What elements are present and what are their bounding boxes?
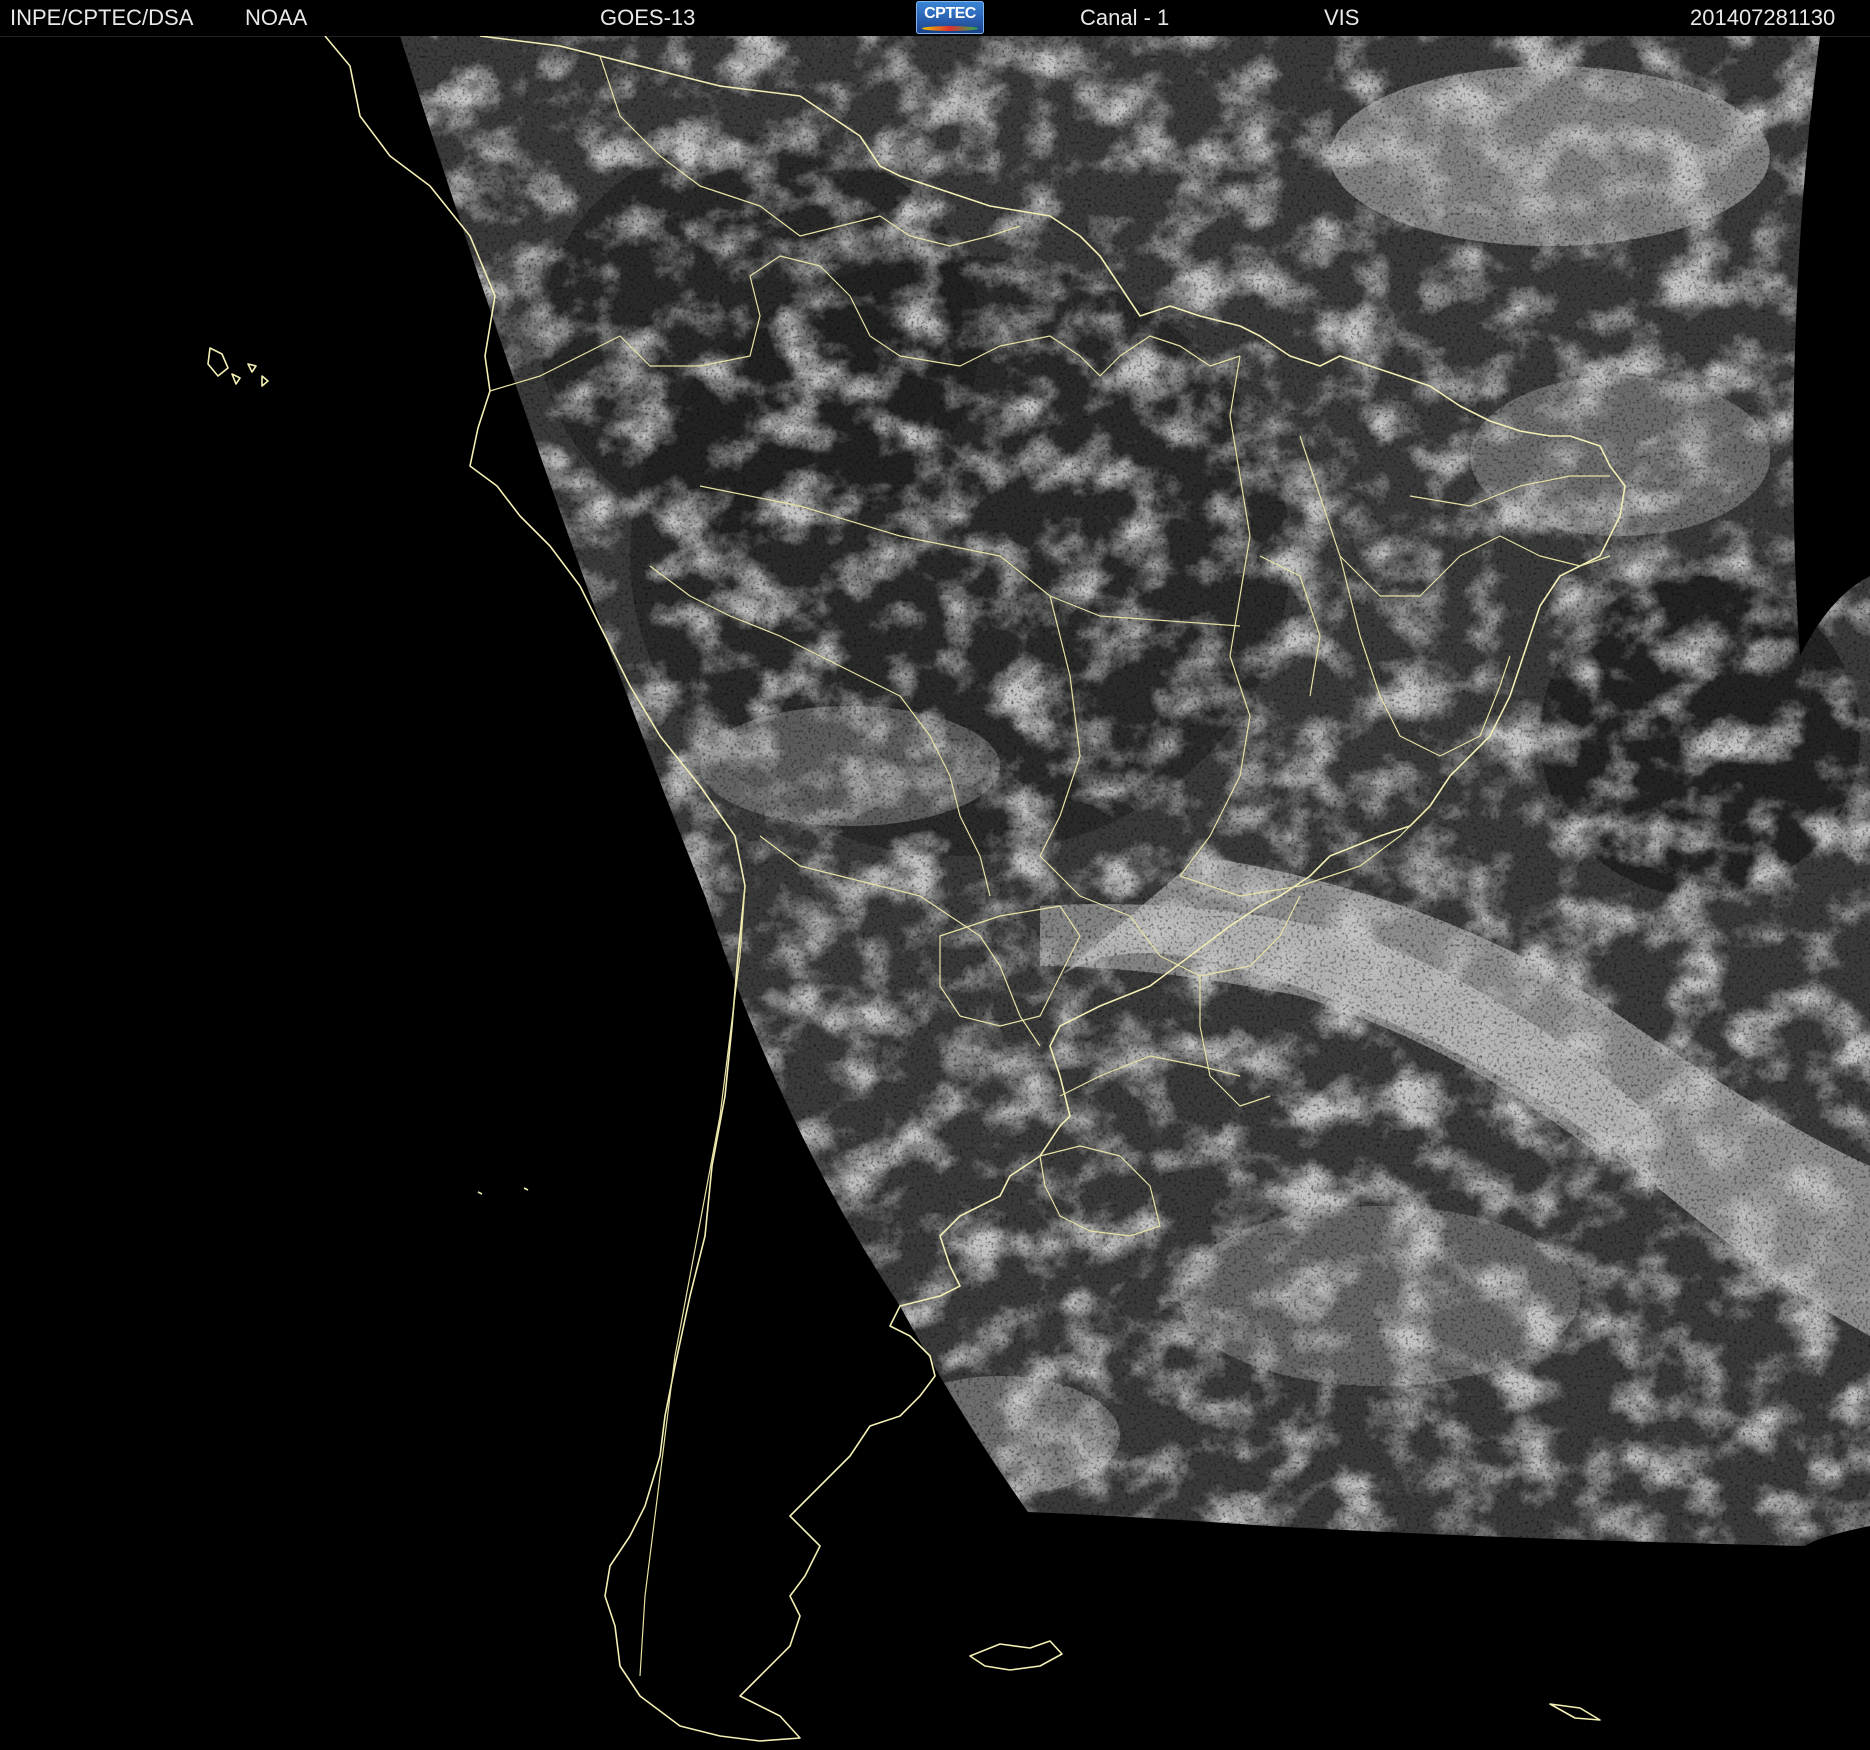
galapagos-islands — [207, 347, 269, 387]
south-georgia-island — [1549, 1703, 1601, 1721]
cptec-logo: CPTEC — [916, 1, 984, 34]
image-header-bar: INPE/CPTEC/DSA NOAA GOES-13 CPTEC Canal … — [0, 0, 1870, 37]
satellite-image-viewer: INPE/CPTEC/DSA NOAA GOES-13 CPTEC Canal … — [0, 0, 1870, 1750]
datetime-label: 201407281130 — [1690, 5, 1836, 30]
band-label: VIS — [1324, 5, 1360, 30]
logo-text: CPTEC — [924, 5, 976, 22]
logo-swoosh-icon — [922, 26, 978, 31]
agency-label: INPE/CPTEC/DSA — [10, 5, 194, 30]
visible-channel-imagery — [400, 36, 1870, 1546]
falkland-islands — [969, 1640, 1063, 1671]
channel-label: Canal - 1 — [1080, 5, 1170, 30]
source-label: NOAA — [245, 5, 308, 30]
satellite-map — [207, 36, 1870, 1742]
satellite-label: GOES-13 — [600, 5, 696, 30]
